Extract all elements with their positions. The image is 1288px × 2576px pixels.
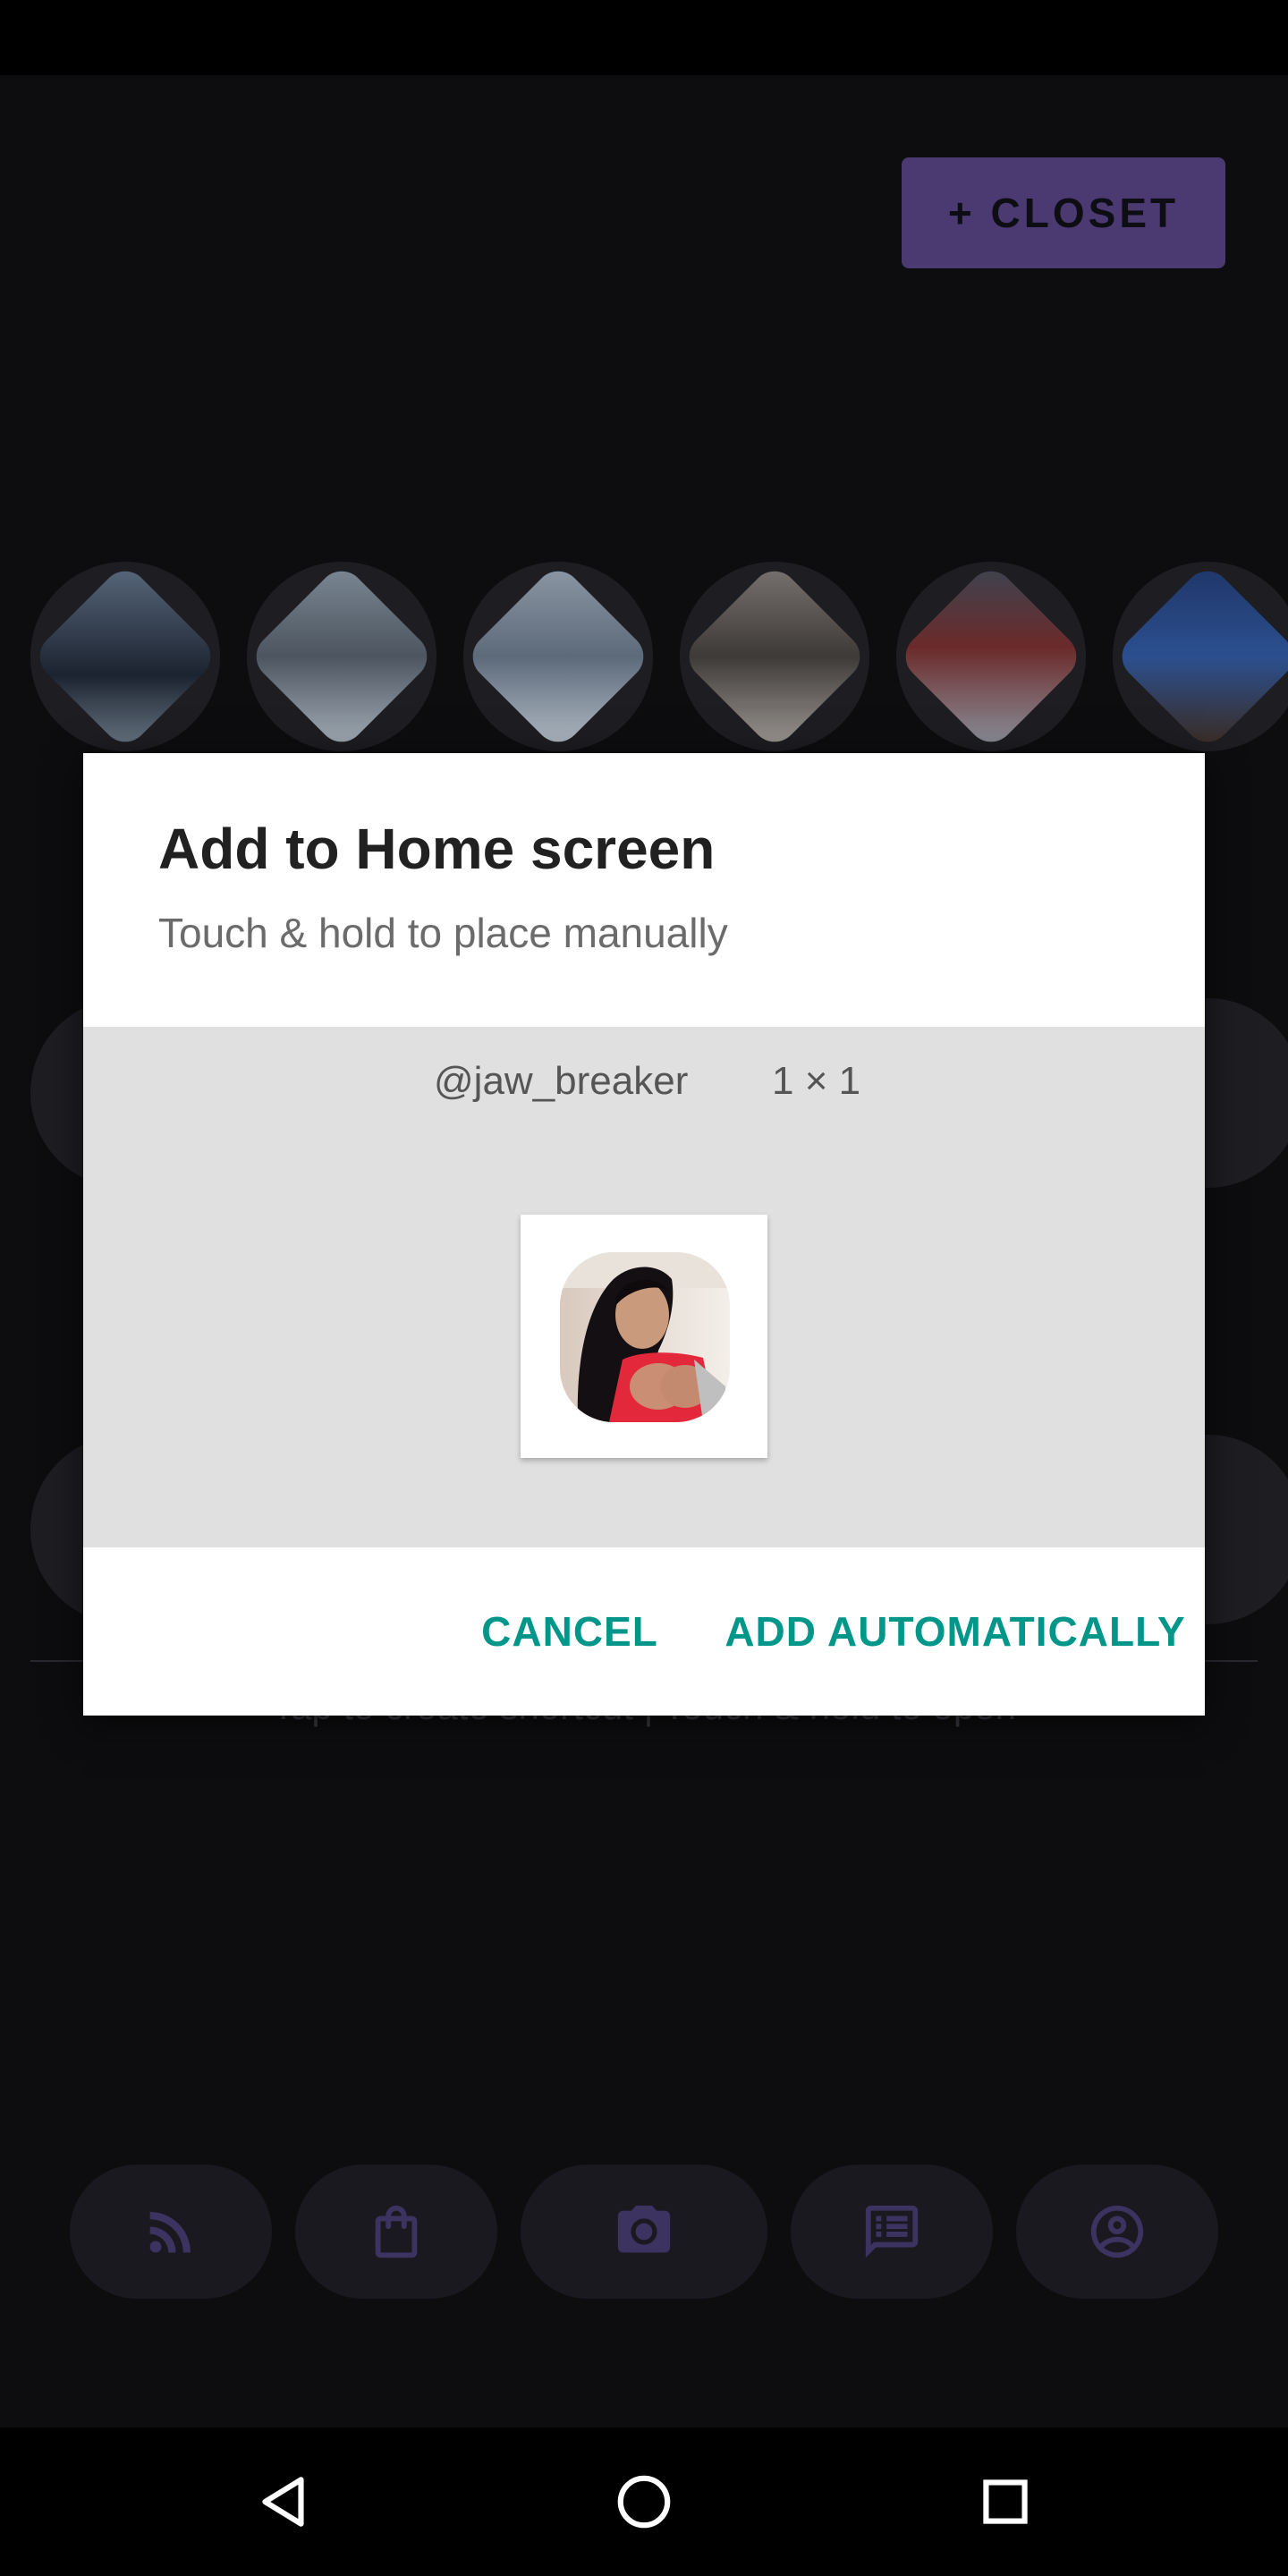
dialog-title: Add to Home screen	[158, 817, 716, 881]
nav-recents-button[interactable]	[916, 2428, 1095, 2576]
navigation-bar	[0, 2428, 1288, 2576]
nav-back-button[interactable]	[195, 2428, 374, 2576]
dialog-subtitle: Touch & hold to place manually	[158, 910, 728, 956]
widget-size: 1 × 1	[772, 1059, 861, 1103]
home-icon	[617, 2475, 671, 2529]
widget-name: @jaw_breaker	[434, 1059, 689, 1103]
back-icon	[262, 2477, 304, 2527]
profile-avatar-icon	[560, 1252, 730, 1422]
cancel-button[interactable]: CANCEL	[480, 1547, 659, 1716]
recents-icon	[983, 2479, 1028, 2524]
add-automatically-button[interactable]: ADD AUTOMATICALLY	[718, 1547, 1192, 1716]
dialog-actions: CANCEL ADD AUTOMATICALLY	[83, 1547, 1205, 1716]
widget-preview-area: @jaw_breaker 1 × 1	[83, 1027, 1205, 1547]
add-to-home-dialog: Add to Home screen Touch & hold to place…	[83, 753, 1205, 1716]
widget-preview-card[interactable]	[521, 1215, 767, 1458]
nav-home-button[interactable]	[555, 2428, 733, 2576]
